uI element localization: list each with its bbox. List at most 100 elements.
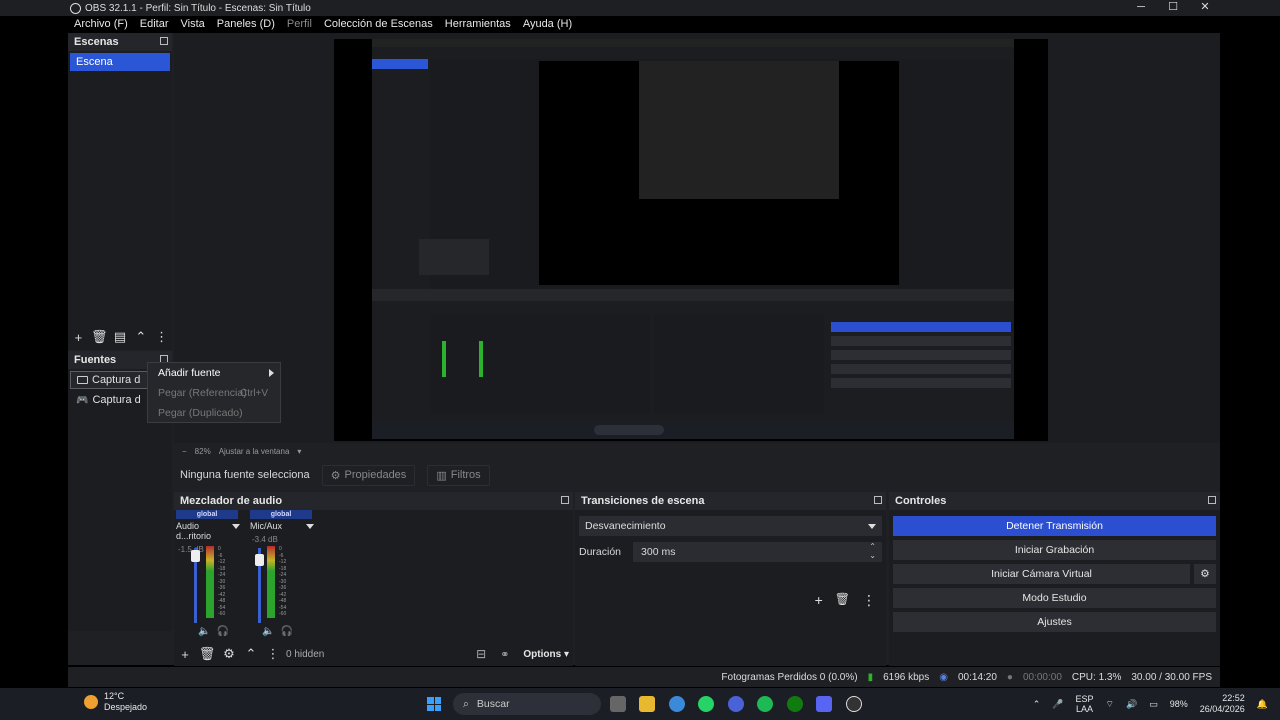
chevron-down-icon[interactable] (232, 524, 240, 529)
add-source-menu-item[interactable]: Añadir fuente (148, 363, 280, 383)
hidden-count: 0 hidden (286, 648, 325, 660)
close-button[interactable]: ✕ (1189, 0, 1221, 16)
chevron-down-icon[interactable] (306, 524, 314, 529)
settings-button[interactable]: Ajustes (893, 612, 1216, 632)
filters-label: Filtros (450, 469, 481, 481)
speaker-icon[interactable]: 🔈 (262, 626, 274, 637)
menu-view[interactable]: Vista (175, 16, 211, 32)
zoom-out-button[interactable]: − (182, 447, 187, 456)
notification-bell-icon[interactable]: 🔔 (1257, 699, 1268, 710)
chevron-down-icon[interactable]: ▾ (297, 447, 301, 456)
app-icon[interactable] (728, 696, 744, 712)
menu-tools[interactable]: Herramientas (439, 16, 517, 32)
move-scene-up-button[interactable]: ⌃ (130, 327, 151, 347)
start-virtual-camera-button[interactable]: Iniciar Cámara Virtual (893, 564, 1190, 584)
clock[interactable]: 22:52 26/04/2026 (1200, 693, 1245, 715)
weather-widget[interactable]: 12°C Despejado (84, 691, 147, 713)
scene-filters-button[interactable]: ▤ (110, 327, 131, 347)
dropped-frames: Fotogramas Perdidos 0 (0.0%) (721, 671, 858, 683)
layout-icon[interactable]: ⊟ (476, 647, 486, 661)
speaker-icon[interactable]: 🔈 (198, 626, 210, 637)
microphone-icon[interactable]: 🎤 (1052, 699, 1063, 710)
battery-icon[interactable]: ▭ (1149, 699, 1158, 710)
transition-more-button[interactable]: ⋮ (862, 592, 876, 609)
file-explorer-icon[interactable] (639, 696, 655, 712)
menu-profile[interactable]: Perfil (281, 16, 318, 32)
scene-more-button[interactable]: ⋮ (151, 327, 172, 347)
spotify-icon[interactable] (757, 696, 773, 712)
paste-reference-menu-item[interactable]: Pegar (Referencia) Ctrl+V (148, 383, 280, 403)
source-more-button[interactable]: ⋮ (262, 644, 284, 664)
headphones-icon[interactable]: 🎧 (216, 626, 228, 637)
menu-docks[interactable]: Paneles (D) (211, 16, 281, 32)
menu-file[interactable]: Archivo (F) (68, 16, 134, 32)
undock-icon[interactable] (561, 496, 569, 504)
xbox-icon[interactable] (787, 696, 803, 712)
filters-button[interactable]: ▥ Filtros (427, 464, 490, 486)
menu-edit[interactable]: Editar (134, 16, 175, 32)
remove-transition-button[interactable]: 🗑 (835, 592, 850, 609)
add-scene-button[interactable]: + (68, 327, 89, 347)
paste-reference-label: Pegar (Referencia) (158, 387, 247, 399)
source-settings-button[interactable]: ⚙ (218, 644, 240, 664)
start-recording-button[interactable]: Iniciar Grabación (893, 540, 1216, 560)
link-icon[interactable]: ⚭ (500, 648, 509, 661)
add-source-button[interactable]: + (174, 644, 196, 664)
language-indicator[interactable]: ESP LAA (1076, 694, 1094, 714)
transition-select[interactable]: Desvanecimiento (579, 516, 882, 536)
volume-icon[interactable]: 🔊 (1126, 699, 1137, 710)
wifi-icon[interactable]: ⌔ (1106, 699, 1114, 710)
zoom-bar: − 82% Ajustar a la ventana ▾ (174, 443, 1220, 459)
stream-icon: ◉ (939, 671, 948, 683)
undock-icon[interactable] (160, 37, 168, 45)
minimize-button[interactable]: ─ (1125, 0, 1157, 16)
scene-list-item[interactable]: Escena (70, 53, 170, 71)
global-badge: global (250, 510, 312, 519)
sources-title: Fuentes (74, 354, 117, 366)
windows-start-icon[interactable] (427, 697, 441, 711)
remove-scene-button[interactable]: 🗑 (89, 327, 110, 347)
spinbox-arrows-icon[interactable]: ⌃ ⌄ (869, 542, 876, 560)
paste-duplicate-menu-item[interactable]: Pegar (Duplicado) (148, 403, 280, 423)
headphones-icon[interactable]: 🎧 (280, 626, 292, 637)
chevron-up-icon[interactable]: ⌃ (1033, 699, 1041, 710)
virtual-camera-settings-gear-icon[interactable]: ⚙ (1194, 564, 1216, 584)
volume-fader-handle[interactable] (191, 550, 200, 562)
taskbar-search[interactable]: ⌕ Buscar (453, 693, 601, 715)
add-transition-button[interactable]: + (815, 592, 823, 609)
studio-mode-button[interactable]: Modo Estudio (893, 588, 1216, 608)
lang-layout: LAA (1076, 704, 1094, 714)
scenes-dock: Escenas Escena + 🗑 ▤ ⌃ ⋮ (68, 33, 172, 350)
virtual-camera-row: Iniciar Cámara Virtual ⚙ (893, 564, 1216, 584)
menu-scene-collection[interactable]: Colección de Escenas (318, 16, 439, 32)
duration-value: 300 ms (641, 546, 676, 558)
options-label: Options (523, 648, 562, 660)
maximize-button[interactable]: ☐ (1157, 0, 1189, 16)
discord-icon[interactable] (816, 696, 832, 712)
obs-icon[interactable] (846, 696, 862, 712)
undock-icon[interactable] (874, 496, 882, 504)
menu-help[interactable]: Ayuda (H) (517, 16, 578, 32)
preview-canvas[interactable] (334, 39, 1048, 441)
add-source-label: Añadir fuente (158, 367, 221, 379)
stop-streaming-button[interactable]: Detener Transmisión (893, 516, 1216, 536)
transition-toolbar: + 🗑 ⋮ (815, 592, 876, 609)
record-timer: 00:00:00 (1022, 671, 1062, 683)
clock-date: 26/04/2026 (1199, 704, 1245, 714)
mixer-title: Mezclador de audio (180, 495, 283, 507)
properties-button[interactable]: ⚙ Propiedades (321, 464, 416, 486)
undock-icon[interactable] (1208, 496, 1216, 504)
menu-bar: Archivo (F) Editar Vista Paneles (D) Per… (68, 16, 578, 32)
move-source-up-button[interactable]: ⌃ (240, 644, 262, 664)
task-view-icon[interactable] (610, 696, 626, 712)
volume-meter (206, 546, 214, 618)
whatsapp-icon[interactable] (698, 696, 714, 712)
duration-spinbox[interactable]: 300 ms ⌃ ⌄ (633, 542, 882, 562)
chrome-icon[interactable] (669, 696, 685, 712)
mixer-dock-title: Mezclador de audio (174, 492, 573, 510)
bitrate: 6196 kbps (883, 671, 930, 683)
remove-source-button[interactable]: 🗑 (196, 644, 218, 664)
fit-window-dropdown[interactable]: Ajustar a la ventana (219, 447, 290, 456)
volume-fader-handle[interactable] (255, 554, 264, 566)
options-button[interactable]: Options ▾ (523, 649, 569, 660)
